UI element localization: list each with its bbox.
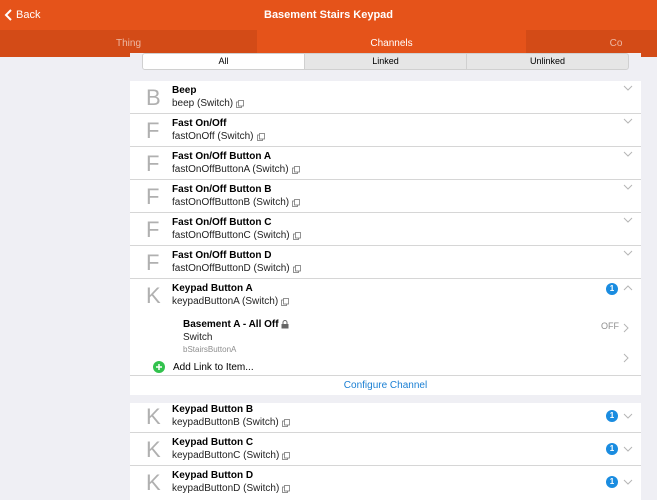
copy-icon[interactable] <box>281 297 290 306</box>
copy-icon[interactable] <box>292 264 301 273</box>
filter-linked[interactable]: Linked <box>305 54 467 69</box>
channel-id: keypadButtonB (Switch) <box>172 417 290 428</box>
channel-id: keypadButtonA (Switch) <box>172 296 290 307</box>
copy-icon[interactable] <box>291 165 300 174</box>
channel-name: Fast On/Off Button A <box>172 151 272 162</box>
copy-icon[interactable] <box>292 231 301 240</box>
add-circle-icon <box>153 361 165 373</box>
channel-row[interactable]: F Fast On/Off Button D fastOnOffButtonD … <box>130 246 641 279</box>
configure-channel-link[interactable]: Configure Channel <box>130 377 641 395</box>
channel-row[interactable]: F Fast On/Off Button C fastOnOffButtonC … <box>130 213 641 246</box>
channel-id-text: fastOnOffButtonC (Switch) <box>172 230 290 241</box>
channel-row[interactable]: F Fast On/Off Button A fastOnOffButtonA … <box>130 147 641 180</box>
chevron-right-icon[interactable] <box>623 353 629 363</box>
chevron-down-icon[interactable] <box>623 412 633 420</box>
chevron-down-icon[interactable] <box>623 150 633 158</box>
channel-row[interactable]: B Beep beep (Switch) <box>130 81 641 114</box>
chevron-down-icon[interactable] <box>623 216 633 224</box>
filter-unlinked[interactable]: Unlinked <box>467 54 628 69</box>
add-link-button[interactable]: Add Link to Item... <box>153 360 254 374</box>
channel-row[interactable]: K Keypad Button D keypadButtonD (Switch)… <box>130 466 641 499</box>
link-count-badge: 1 <box>606 410 618 422</box>
channel-initial: K <box>146 470 161 495</box>
channel-id-text: beep (Switch) <box>172 98 234 109</box>
channel-initial: F <box>146 151 160 176</box>
copy-icon[interactable] <box>282 484 291 493</box>
channel-name: Fast On/Off Button D <box>172 250 272 261</box>
lock-icon <box>281 320 289 329</box>
channel-id-text: fastOnOffButtonA (Switch) <box>172 164 289 175</box>
channel-id-text: keypadButtonC (Switch) <box>172 450 280 461</box>
chevron-down-icon[interactable] <box>623 117 633 125</box>
channel-id: fastOnOffButtonC (Switch) <box>172 230 301 241</box>
channel-id: fastOnOffButtonB (Switch) <box>172 197 300 208</box>
linked-item-type: Switch <box>183 332 213 343</box>
channel-row[interactable]: F Fast On/Off fastOnOff (Switch) <box>130 114 641 147</box>
chevron-right-icon[interactable] <box>623 323 629 333</box>
channel-name: Keypad Button B <box>172 404 254 415</box>
channel-id-text: fastOnOffButtonD (Switch) <box>172 263 290 274</box>
channel-name: Keypad Button C <box>172 437 254 448</box>
channel-initial: F <box>146 184 160 209</box>
channel-initial: K <box>146 437 161 462</box>
channel-id: fastOnOffButtonA (Switch) <box>172 164 300 175</box>
copy-icon[interactable] <box>256 132 265 141</box>
channel-initial: K <box>146 404 161 429</box>
channel-name: Fast On/Off <box>172 118 227 129</box>
channel-list: B Beep beep (Switch) F Fast On/Off fastO… <box>130 81 641 500</box>
channel-name: Fast On/Off Button B <box>172 184 272 195</box>
linked-item-name: bStairsButtonA <box>183 345 237 354</box>
link-count-badge: 1 <box>606 283 618 295</box>
channel-id-text: fastOnOff (Switch) <box>172 131 254 142</box>
page-title: Basement Stairs Keypad <box>264 9 393 21</box>
chevron-down-icon[interactable] <box>623 249 633 257</box>
channel-row[interactable]: K Keypad Button B keypadButtonB (Switch)… <box>130 400 641 433</box>
channel-id: keypadButtonC (Switch) <box>172 450 291 461</box>
link-count-badge: 1 <box>606 476 618 488</box>
filter-all[interactable]: All <box>143 54 305 69</box>
linked-items-panel: Basement A - All Off Switch bStairsButto… <box>130 313 641 376</box>
channel-name: Beep <box>172 85 197 96</box>
copy-icon[interactable] <box>292 198 300 207</box>
channel-row[interactable]: K Keypad Button C keypadButtonC (Switch)… <box>130 433 641 466</box>
channel-name: Keypad Button D <box>172 470 254 481</box>
linked-item-label-text: Basement A - All Off <box>183 319 279 330</box>
channel-initial: F <box>146 118 160 143</box>
channel-id-text: keypadButtonA (Switch) <box>172 296 279 307</box>
copy-icon[interactable] <box>282 451 291 460</box>
linked-item-label[interactable]: Basement A - All Off <box>183 319 289 330</box>
channel-id: fastOnOffButtonD (Switch) <box>172 263 301 274</box>
navbar: Back Basement Stairs Keypad <box>0 0 657 30</box>
channel-id: fastOnOff (Switch) <box>172 131 265 142</box>
channel-id: keypadButtonD (Switch) <box>172 483 291 494</box>
chevron-down-icon[interactable] <box>623 445 633 453</box>
channel-id-text: fastOnOffButtonB (Switch) <box>172 197 290 208</box>
chevron-down-icon[interactable] <box>623 183 633 191</box>
channel-row[interactable]: F Fast On/Off Button B fastOnOffButtonB … <box>130 180 641 213</box>
channel-initial: F <box>146 250 160 275</box>
channel-row-expanded[interactable]: K Keypad Button A keypadButtonA (Switch)… <box>130 279 641 312</box>
channel-id: beep (Switch) <box>172 98 245 109</box>
channel-initial: F <box>146 217 160 242</box>
linked-item-state: OFF <box>601 321 619 331</box>
channel-id-text: keypadButtonD (Switch) <box>172 483 280 494</box>
chevron-down-icon[interactable] <box>623 478 633 486</box>
copy-icon[interactable] <box>236 99 245 108</box>
channel-name: Keypad Button A <box>172 283 253 294</box>
channel-name: Fast On/Off Button C <box>172 217 272 228</box>
copy-icon[interactable] <box>281 418 290 427</box>
filter-bar: All Linked Unlinked <box>130 53 641 71</box>
channel-id-text: keypadButtonB (Switch) <box>172 417 279 428</box>
chevron-down-icon[interactable] <box>623 84 633 92</box>
chevron-up-icon[interactable] <box>623 284 633 292</box>
channel-initial: B <box>146 85 161 110</box>
add-link-label: Add Link to Item... <box>173 361 254 373</box>
channel-initial: K <box>146 283 161 308</box>
filter-segmented-control: All Linked Unlinked <box>142 53 629 70</box>
link-count-badge: 1 <box>606 443 618 455</box>
